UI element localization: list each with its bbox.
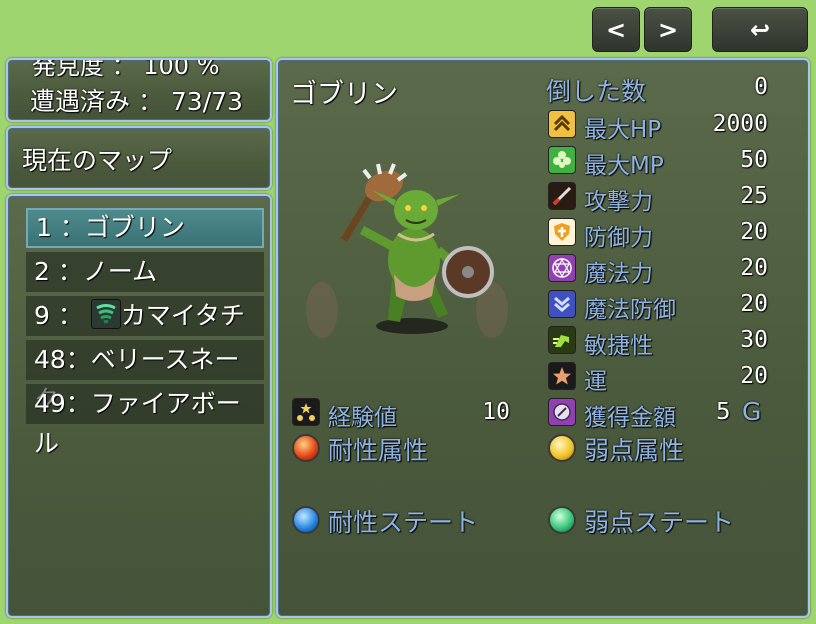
- whirlwind-icon: [90, 299, 121, 329]
- prev-button[interactable]: <: [592, 7, 640, 52]
- enemy-name: ゴブリン: [290, 79, 398, 110]
- magic-icon: [548, 254, 576, 282]
- stat-value: 2000: [712, 111, 768, 137]
- stat-value: 30: [740, 327, 768, 353]
- stat-label: 防御力: [584, 225, 653, 251]
- gold-unit: G: [742, 397, 762, 426]
- stat-label: 最大HP: [584, 117, 662, 143]
- experience-icon: [292, 398, 320, 426]
- next-button[interactable]: >: [644, 7, 692, 52]
- stat-value: 50: [740, 147, 768, 173]
- weak-element-label: 弱点属性: [584, 436, 685, 465]
- experience-value: 10: [482, 399, 510, 425]
- gold-label: 獲得金額: [584, 405, 676, 431]
- stat-label: 魔法力: [584, 261, 653, 287]
- stat-label: 敏捷性: [584, 333, 653, 359]
- stat-label: 最大MP: [584, 153, 664, 179]
- summary-window: 発見度 ： 100 % 遭遇済み ： 73/73: [6, 58, 272, 122]
- stat-label: 攻撃力: [584, 189, 653, 215]
- return-icon: ↩: [749, 15, 771, 44]
- list-item[interactable]: 48：ベリースネーク: [26, 340, 264, 414]
- enemy-list-window: 1 ：ゴブリン 2 ：ノーム 9 ： カマイタチ 48：ベリースネーク 49：フ…: [6, 194, 272, 618]
- max-hp-icon: [548, 110, 576, 138]
- max-mp-icon: [548, 146, 576, 174]
- list-item[interactable]: 9 ： カマイタチ: [26, 296, 264, 336]
- goblin-sprite: [306, 163, 508, 338]
- luck-icon: [548, 362, 576, 390]
- stat-value: 20: [740, 219, 768, 245]
- fire-orb-icon: [292, 434, 320, 462]
- agility-icon: [548, 326, 576, 354]
- list-item[interactable]: 1 ：ゴブリン: [26, 208, 264, 248]
- enemy-detail-window: ゴブリン 倒した数 0 最大HP 2000 最大MP 50 攻撃力 25 防御力…: [276, 58, 810, 618]
- light-orb-icon: [548, 434, 576, 462]
- chevron-left-icon: <: [605, 15, 627, 44]
- weak-state-label: 弱点ステート: [584, 508, 735, 537]
- resist-element-label: 耐性属性: [328, 436, 429, 465]
- chevron-right-icon: >: [657, 15, 679, 44]
- stat-value: 20: [740, 291, 768, 317]
- wind-orb-icon: [548, 506, 576, 534]
- stat-value: 20: [740, 255, 768, 281]
- gold-value: 5: [716, 399, 731, 425]
- stat-label: 運: [584, 369, 607, 395]
- map-filter-window[interactable]: 現在のマップ: [6, 126, 272, 190]
- defense-icon: [548, 218, 576, 246]
- attack-icon: [548, 182, 576, 210]
- defeated-value: 0: [754, 74, 768, 100]
- stat-value: 25: [740, 183, 768, 209]
- defeated-label: 倒した数: [546, 77, 647, 106]
- encountered-text: 遭遇済み ： 73/73: [30, 87, 243, 116]
- stat-label: 魔法防御: [584, 297, 676, 323]
- water-orb-icon: [292, 506, 320, 534]
- stat-value: 20: [740, 363, 768, 389]
- resist-state-label: 耐性ステート: [328, 508, 479, 537]
- experience-label: 経験値: [328, 405, 397, 431]
- list-item[interactable]: 2 ：ノーム: [26, 252, 264, 292]
- gold-icon: [548, 398, 576, 426]
- list-item[interactable]: 49：ファイアボール: [26, 384, 264, 458]
- back-button[interactable]: ↩: [712, 7, 808, 52]
- magic-defense-icon: [548, 290, 576, 318]
- discovery-text: 発見度 ： 100 %: [32, 58, 220, 80]
- map-filter-label[interactable]: 現在のマップ: [22, 141, 172, 177]
